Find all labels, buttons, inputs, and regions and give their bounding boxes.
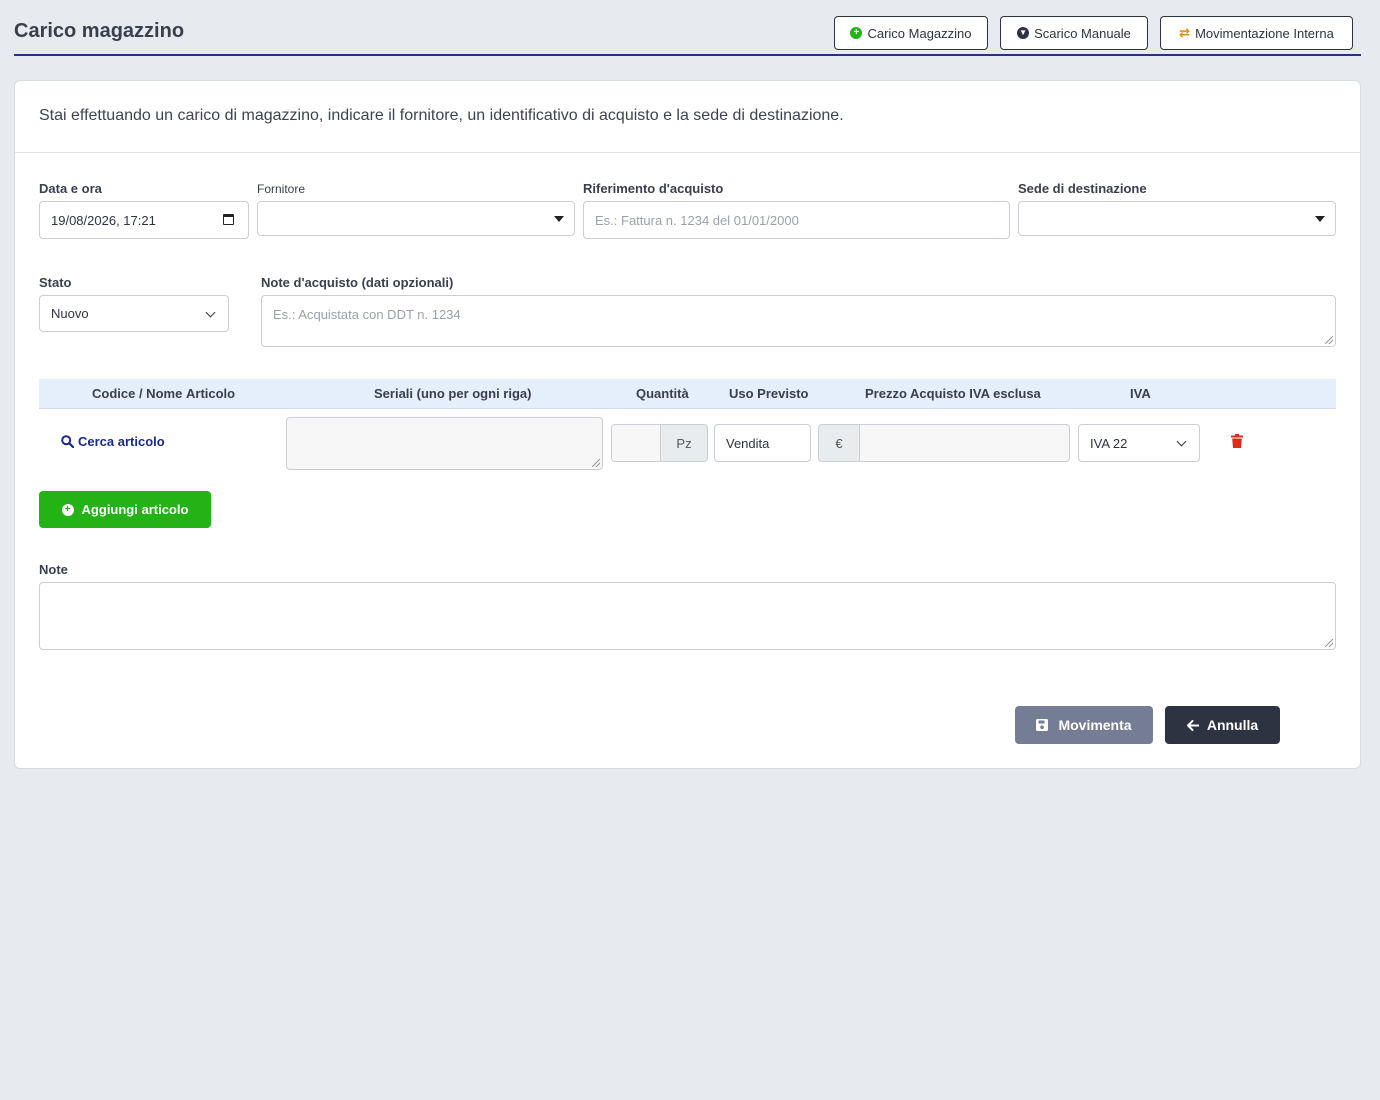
th-quantita: Quantità xyxy=(636,386,689,401)
carico-magazzino-button[interactable]: + Carico Magazzino xyxy=(834,16,988,50)
unit-addon: Pz xyxy=(660,424,708,462)
scarico-manuale-label: Scarico Manuale xyxy=(1034,25,1131,41)
movimenta-button[interactable]: Movimenta xyxy=(1015,706,1153,744)
movimentazione-interna-button[interactable]: ⇄ Movimentazione Interna xyxy=(1160,16,1353,50)
sede-select[interactable] xyxy=(1018,201,1336,236)
carico-magazzino-label: Carico Magazzino xyxy=(867,25,972,41)
note-textarea[interactable] xyxy=(39,582,1336,650)
note-acquisto-label: Note d'acquisto (dati opzionali) xyxy=(261,275,454,290)
quantita-input[interactable] xyxy=(611,424,661,462)
annulla-label: Annulla xyxy=(1206,717,1259,733)
caret-down-icon xyxy=(554,215,564,222)
resize-handle[interactable] xyxy=(1325,336,1333,344)
annulla-button[interactable]: Annulla xyxy=(1165,706,1280,744)
scarico-manuale-button[interactable]: ▼ Scarico Manuale xyxy=(1000,16,1148,50)
aggiungi-articolo-label: Aggiungi articolo xyxy=(81,502,189,517)
save-icon xyxy=(1036,719,1049,731)
intro-text: Stai effettuando un carico di magazzino,… xyxy=(39,107,844,124)
fornitore-select[interactable] xyxy=(257,201,575,236)
caret-down-icon xyxy=(1315,215,1325,222)
carico-form-card: Stai effettuando un carico di magazzino,… xyxy=(14,80,1361,769)
stato-value: Nuovo xyxy=(51,306,89,321)
calendar-icon[interactable] xyxy=(223,214,234,225)
th-prezzo: Prezzo Acquisto IVA esclusa xyxy=(865,386,1041,401)
th-codice: Codice / Nome xyxy=(92,386,183,401)
trash-icon[interactable] xyxy=(1231,434,1243,448)
currency-addon: € xyxy=(818,424,860,462)
th-iva: IVA xyxy=(1130,386,1151,401)
arrow-down-circle-icon: ▼ xyxy=(1017,27,1030,39)
cerca-articolo-link[interactable]: Cerca articolo xyxy=(61,434,165,449)
plus-circle-icon: + xyxy=(850,27,863,39)
th-articolo: Articolo xyxy=(186,386,236,401)
plus-circle-icon: + xyxy=(61,503,74,516)
movimenta-label: Movimenta xyxy=(1058,717,1132,733)
th-seriali: Seriali (uno per ogni riga) xyxy=(374,386,532,401)
stato-label: Stato xyxy=(39,275,72,290)
riferimento-input[interactable]: Es.: Fattura n. 1234 del 01/01/2000 xyxy=(583,201,1010,239)
resize-handle[interactable] xyxy=(1325,639,1333,647)
data-ora-value: 19/08/2026, 17:21 xyxy=(51,212,156,228)
note-acquisto-textarea[interactable]: Es.: Acquistata con DDT n. 1234 xyxy=(261,295,1336,347)
fornitore-label: Fornitore xyxy=(257,182,306,196)
exchange-arrows-icon: ⇄ xyxy=(1179,25,1191,40)
stato-select[interactable]: Nuovo xyxy=(39,295,229,332)
resize-handle[interactable] xyxy=(592,459,600,467)
chevron-down-icon xyxy=(1176,436,1187,447)
page-title: Carico magazzino xyxy=(14,20,185,42)
th-uso: Uso Previsto xyxy=(729,386,809,401)
uso-previsto-value: Vendita xyxy=(726,435,770,451)
data-ora-input[interactable]: 19/08/2026, 17:21 xyxy=(39,201,249,239)
page-header: Carico magazzino + Carico Magazzino ▼ Sc… xyxy=(14,0,1361,56)
riferimento-label: Riferimento d'acquisto xyxy=(583,181,724,196)
iva-select[interactable]: IVA 22 xyxy=(1078,424,1200,462)
prezzo-input[interactable] xyxy=(859,424,1070,462)
chevron-down-icon xyxy=(205,307,216,317)
note-label: Note xyxy=(39,562,68,577)
articles-table-header: Codice / Nome Articolo Seriali (uno per … xyxy=(39,379,1336,409)
divider xyxy=(15,152,1360,153)
iva-value: IVA 22 xyxy=(1090,435,1128,451)
arrow-left-icon xyxy=(1186,719,1199,731)
data-ora-label: Data e ora xyxy=(39,181,102,196)
aggiungi-articolo-button[interactable]: + Aggiungi articolo xyxy=(39,491,211,528)
search-icon xyxy=(61,435,74,448)
cerca-articolo-label: Cerca articolo xyxy=(78,434,165,449)
movimentazione-interna-label: Movimentazione Interna xyxy=(1195,25,1334,41)
note-acquisto-placeholder: Es.: Acquistata con DDT n. 1234 xyxy=(273,307,461,322)
riferimento-placeholder: Es.: Fattura n. 1234 del 01/01/2000 xyxy=(595,212,799,228)
sede-label: Sede di destinazione xyxy=(1018,181,1147,196)
seriali-textarea[interactable] xyxy=(286,417,603,470)
uso-previsto-input[interactable]: Vendita xyxy=(714,424,811,462)
